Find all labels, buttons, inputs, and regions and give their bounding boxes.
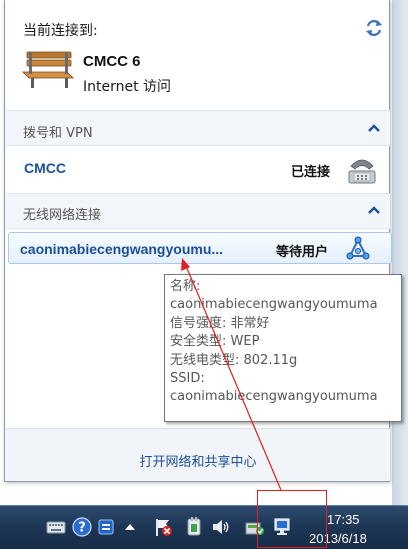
refresh-icon[interactable] bbox=[364, 18, 384, 38]
keyboard-icon[interactable] bbox=[45, 516, 67, 538]
public-network-bench-icon bbox=[22, 51, 74, 88]
clock-time[interactable]: 17:35 bbox=[327, 512, 360, 527]
dialup-connection-name: CMCC bbox=[24, 160, 66, 176]
collapse-dialup-icon[interactable] bbox=[368, 124, 380, 132]
show-hidden-icons-icon[interactable] bbox=[119, 516, 141, 538]
current-connection-header: 当前连接到: bbox=[23, 23, 98, 39]
dialup-connection-row[interactable]: CMCC 已连接 bbox=[6, 148, 390, 190]
tooltip-ssid-value: caonimabiecengwangyoumuma bbox=[170, 389, 378, 405]
dialup-connection-status: 已连接 bbox=[291, 165, 331, 180]
tooltip-name-value: caonimabiecengwangyoumuma bbox=[170, 297, 378, 313]
tooltip-name-label: 名称: bbox=[170, 279, 201, 294]
wireless-network-status: 等待用户 bbox=[276, 245, 329, 260]
current-network-access: Internet 访问 bbox=[83, 79, 172, 95]
wireless-network-name: caonimabiecengwangyoumu... bbox=[20, 241, 224, 257]
action-center-flag-icon[interactable] bbox=[152, 516, 174, 538]
wireless-network-row[interactable]: caonimabiecengwangyoumu... 等待用户 bbox=[8, 232, 392, 264]
phone-modem-icon bbox=[348, 159, 376, 184]
volume-icon[interactable] bbox=[210, 516, 232, 538]
tooltip-signal-strength: 信号强度: 非常好 bbox=[170, 315, 270, 331]
tooltip-radio-type: 无线电类型: 802.11g bbox=[170, 352, 298, 368]
open-network-sharing-center-link[interactable]: 打开网络和共享中心 bbox=[6, 451, 390, 470]
tooltip-ssid-label: SSID: bbox=[170, 371, 205, 387]
collapse-wireless-icon[interactable] bbox=[368, 206, 380, 214]
svg-text:?: ? bbox=[78, 521, 86, 536]
flyout-footer: 打开网络和共享中心 bbox=[6, 428, 390, 481]
desktop-background bbox=[392, 0, 408, 505]
help-icon[interactable]: ? bbox=[71, 516, 93, 538]
dialup-section-label: 拨号和 VPN bbox=[23, 126, 93, 141]
wireless-section-label: 无线网络连接 bbox=[23, 208, 102, 223]
annotation-highlight-box bbox=[257, 490, 327, 548]
current-network-name: CMCC 6 bbox=[83, 53, 141, 70]
tooltip-security-type: 安全类型: WEP bbox=[170, 334, 260, 350]
app-tray-icon[interactable] bbox=[95, 516, 117, 538]
network-info-tooltip: 名称: caonimabiecengwangyoumuma 信号强度: 非常好 … bbox=[164, 274, 402, 422]
power-plug-icon[interactable] bbox=[183, 516, 205, 538]
network-connecting-icon bbox=[346, 236, 370, 260]
taskbar: ? 17:35 2013/6/18 bbox=[0, 505, 408, 549]
